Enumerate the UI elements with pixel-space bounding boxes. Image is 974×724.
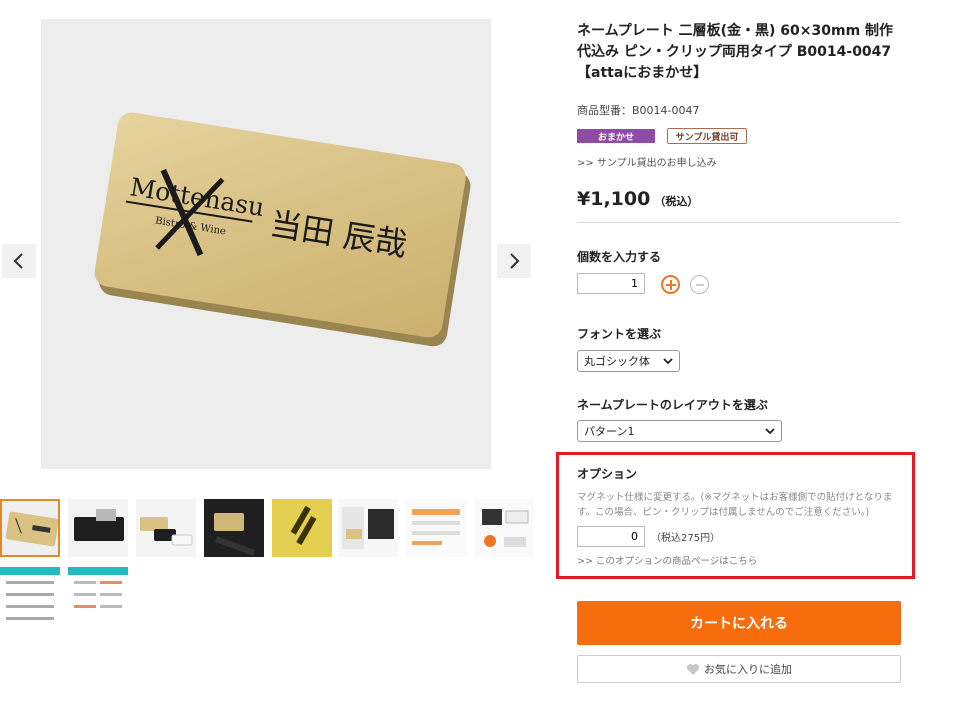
thumbnail-10[interactable] <box>68 567 128 625</box>
thumbnail-9[interactable] <box>0 567 60 625</box>
thumbnail-4[interactable] <box>204 499 264 557</box>
main-product-image[interactable]: Mottenasu Bistro & Wine 当田 辰哉 <box>41 19 491 469</box>
heart-icon <box>686 663 700 675</box>
price-tax-label: （税込） <box>654 195 699 208</box>
gallery-next-button[interactable] <box>497 244 531 278</box>
product-sku: 商品型番：B0014-0047 <box>577 104 700 117</box>
chevron-down-icon <box>663 357 673 364</box>
thumbnail-1[interactable] <box>0 499 60 557</box>
quantity-label: 個数を入力する <box>577 250 662 264</box>
thumbnail-6[interactable] <box>338 499 398 557</box>
thumbnail-2[interactable] <box>68 499 128 557</box>
quantity-plus-button[interactable] <box>661 275 680 294</box>
option-price: （税込275円） <box>651 533 721 544</box>
option-title: オプション <box>577 467 638 481</box>
font-label: フォントを選ぶ <box>577 327 662 341</box>
product-title: ネームプレート 二層板(金・黒) 60×30mm 制作代込み ピン・クリップ両用… <box>577 23 894 81</box>
price-divider <box>577 222 901 223</box>
font-select[interactable]: 丸ゴシック体 <box>577 350 680 372</box>
quantity-minus-button[interactable] <box>690 275 709 294</box>
chevron-right-icon <box>510 253 520 269</box>
thumbnail-8[interactable] <box>474 499 534 557</box>
thumbnail-7[interactable] <box>406 499 466 557</box>
product-price: ¥1,100 （税込） <box>577 188 698 210</box>
layout-select[interactable]: パターン1 <box>577 420 782 442</box>
omakase-badge: おまかせ <box>577 129 655 143</box>
font-select-value: 丸ゴシック体 <box>584 355 650 368</box>
thumbnail-3[interactable] <box>136 499 196 557</box>
add-to-favorites-button[interactable]: お気に入りに追加 <box>577 655 901 683</box>
plus-circle-icon <box>665 279 676 290</box>
option-product-link[interactable]: >> このオプションの商品ページはこちら <box>577 553 757 567</box>
add-to-cart-button[interactable]: カートに入れる <box>577 601 901 645</box>
layout-label: ネームプレートのレイアウトを選ぶ <box>577 398 768 412</box>
gallery-prev-button[interactable] <box>2 244 36 278</box>
sample-request-link[interactable]: >> サンプル貸出のお申し込み <box>577 154 717 169</box>
chevron-left-icon <box>13 253 23 269</box>
chevron-down-icon <box>765 427 775 434</box>
thumbnail-5[interactable] <box>272 499 332 557</box>
quantity-input[interactable] <box>577 273 645 294</box>
price-value: ¥1,100 <box>577 188 651 210</box>
minus-circle-icon <box>695 283 704 286</box>
option-description: マグネット仕様に変更する。(※マグネットはお客様側での貼付けとなります。この場合… <box>577 492 893 518</box>
sample-badge: サンプル貸出可 <box>667 128 747 144</box>
layout-select-value: パターン1 <box>584 425 635 438</box>
favorites-label: お気に入りに追加 <box>704 663 792 676</box>
option-quantity-input[interactable] <box>577 526 645 547</box>
